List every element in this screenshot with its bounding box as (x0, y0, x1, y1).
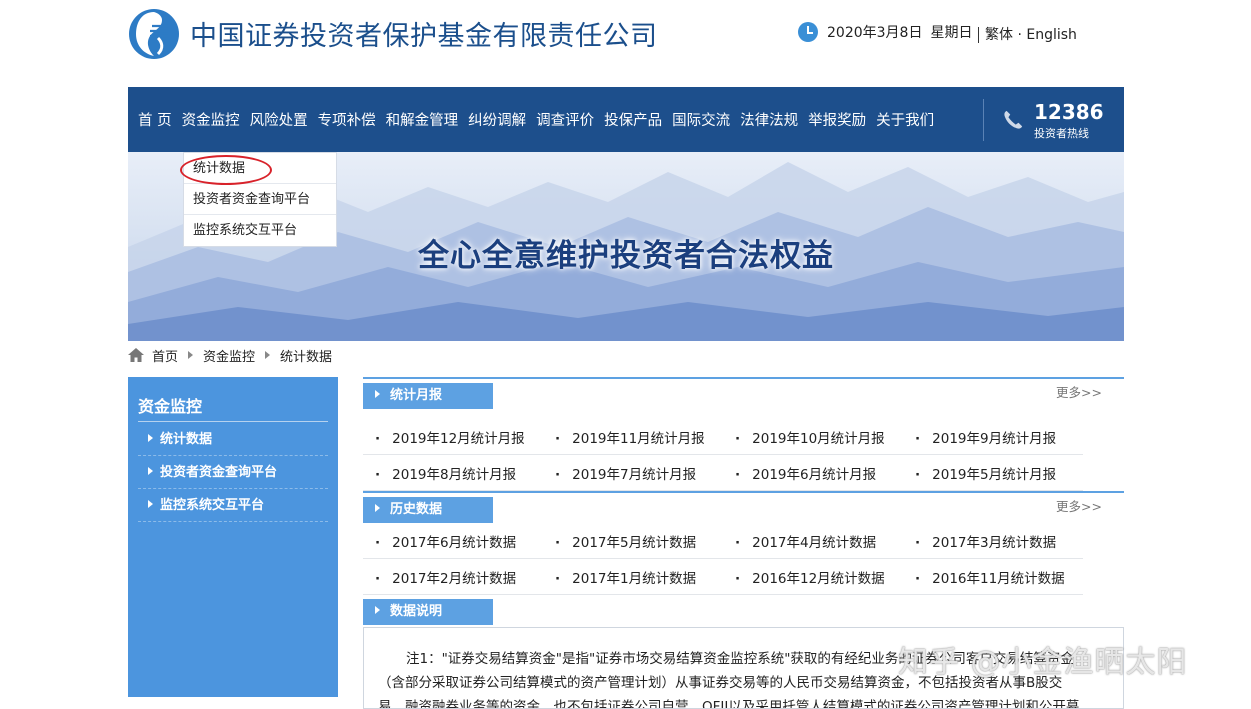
report-link[interactable]: 2019年10月统计月报 (723, 427, 903, 447)
breadcrumb-statistics: 统计数据 (280, 349, 333, 365)
report-link[interactable]: 2019年9月统计月报 (903, 427, 1083, 447)
report-link[interactable]: 2019年11月统计月报 (543, 427, 723, 447)
report-link[interactable]: 2019年5月统计月报 (903, 463, 1083, 483)
fund-monitoring-dropdown: 统计数据 投资者资金查询平台 监控系统交互平台 (183, 152, 337, 247)
nav-settlement-management[interactable]: 和解金管理 (386, 109, 459, 130)
history-row: 2017年2月统计数据 2017年1月统计数据 2016年12月统计数据 201… (363, 559, 1083, 595)
history-link[interactable]: 2017年3月统计数据 (903, 531, 1083, 551)
report-link[interactable]: 2019年12月统计月报 (363, 427, 543, 447)
lang-english-link[interactable]: English (1026, 27, 1077, 43)
section-divider (363, 377, 1124, 379)
sidebar-title: 资金监控 (138, 397, 203, 416)
nav-report-rewards[interactable]: 举报奖励 (808, 109, 866, 130)
breadcrumb-fund-monitoring[interactable]: 资金监控 (203, 346, 255, 365)
dropdown-item-monitoring-system[interactable]: 监控系统交互平台 (184, 215, 336, 246)
history-link[interactable]: 2016年12月统计数据 (723, 567, 903, 587)
date-text: 2020年3月8日 (827, 25, 923, 41)
clock-icon (798, 22, 818, 42)
nav-survey-evaluation[interactable]: 调查评价 (536, 109, 594, 130)
nav-laws[interactable]: 法律法规 (740, 109, 798, 130)
site-header: 中国证券投资者保护基金有限责任公司 2020年3月8日 星期日 繁体 · Eng… (0, 0, 1251, 87)
phone-icon (1004, 110, 1023, 129)
sidebar-divider (138, 421, 328, 422)
history-more-link[interactable]: 更多>> (1056, 496, 1102, 515)
hotline-number: 12386 (1034, 100, 1104, 124)
sidebar-item-monitoring-system[interactable]: 监控系统交互平台 (138, 489, 328, 522)
breadcrumb-home[interactable]: 首页 (152, 346, 178, 365)
section-divider (363, 491, 1124, 493)
nav-risk-disposal[interactable]: 风险处置 (250, 109, 308, 130)
dropdown-item-fund-query[interactable]: 投资者资金查询平台 (184, 184, 336, 215)
sidebar: 资金监控 统计数据 投资者资金查询平台 监控系统交互平台 (128, 377, 338, 697)
history-link[interactable]: 2017年2月统计数据 (363, 567, 543, 587)
history-link[interactable]: 2017年1月统计数据 (543, 567, 723, 587)
report-link[interactable]: 2019年8月统计月报 (363, 463, 543, 483)
nav-dispute-mediation[interactable]: 纠纷调解 (468, 109, 526, 130)
sidebar-item-fund-query[interactable]: 投资者资金查询平台 (138, 456, 328, 489)
main-nav: 首 页 资金监控 风险处置 专项补偿 和解金管理 纠纷调解 调查评价 投保产品 … (128, 87, 1124, 152)
lang-separator: · (1017, 27, 1022, 43)
nav-divider (983, 99, 984, 141)
nav-protection-products[interactable]: 投保产品 (604, 109, 662, 130)
history-row: 2017年6月统计数据 2017年5月统计数据 2017年4月统计数据 2017… (363, 523, 1083, 559)
site-title[interactable]: 中国证券投资者保护基金有限责任公司 (190, 14, 658, 53)
chevron-right-icon (188, 351, 194, 359)
nav-fund-monitoring[interactable]: 资金监控 (182, 109, 240, 130)
home-icon (128, 348, 144, 362)
logo-icon[interactable] (128, 8, 180, 60)
section-tab-history: 历史数据 (363, 497, 493, 523)
hotline-label: 投资者热线 (1034, 127, 1089, 140)
report-link[interactable]: 2019年6月统计月报 (723, 463, 903, 483)
language-switcher: 繁体 · English (978, 24, 1077, 44)
breadcrumb: 首页 资金监控 统计数据 (128, 346, 333, 365)
note-line: 易、融资融券业务等的资金，也不包括证券公司自营、QFII以及采用托管人结算模式的… (378, 699, 1080, 709)
monthly-row: 2019年8月统计月报 2019年7月统计月报 2019年6月统计月报 2019… (363, 455, 1083, 491)
history-link[interactable]: 2016年11月统计数据 (903, 567, 1083, 587)
section-tab-monthly: 统计月报 (363, 383, 493, 409)
history-link[interactable]: 2017年6月统计数据 (363, 531, 543, 551)
weekday-text: 星期日 (930, 25, 973, 41)
sidebar-item-statistics[interactable]: 统计数据 (138, 423, 328, 456)
nav-special-compensation[interactable]: 专项补偿 (318, 109, 376, 130)
lang-traditional-link[interactable]: 繁体 (985, 27, 1013, 43)
section-tab-notes: 数据说明 (363, 599, 493, 625)
history-link[interactable]: 2017年4月统计数据 (723, 531, 903, 551)
dropdown-item-statistics[interactable]: 统计数据 (184, 153, 336, 184)
date-display: 2020年3月8日 星期日 (798, 22, 972, 42)
watermark: 知乎 @小金渔晒太阳 (898, 645, 1188, 680)
chevron-right-icon (265, 351, 271, 359)
history-link[interactable]: 2017年5月统计数据 (543, 531, 723, 551)
banner-slogan: 全心全意维护投资者合法权益 (418, 238, 834, 274)
nav-international[interactable]: 国际交流 (672, 109, 730, 130)
monthly-more-link[interactable]: 更多>> (1056, 382, 1102, 401)
nav-home[interactable]: 首 页 (138, 109, 172, 130)
report-link[interactable]: 2019年7月统计月报 (543, 463, 723, 483)
nav-about-us[interactable]: 关于我们 (876, 109, 934, 130)
monthly-row: 2019年12月统计月报 2019年11月统计月报 2019年10月统计月报 2… (363, 419, 1083, 455)
